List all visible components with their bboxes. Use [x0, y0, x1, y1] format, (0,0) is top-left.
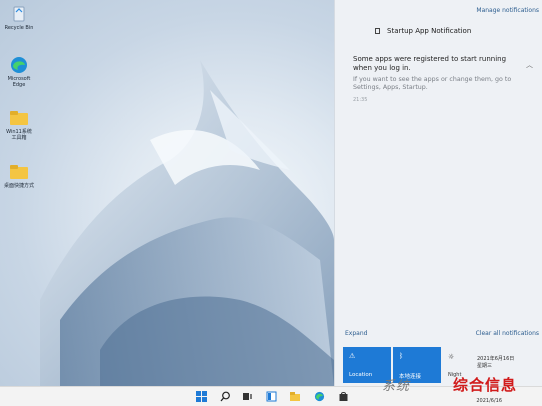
night-light-icon: ☼ [448, 353, 455, 361]
app-notification-icon [375, 28, 380, 34]
notification-subtext: If you want to see the apps or change th… [353, 76, 512, 92]
notification-center: Manage notifications Startup App Notific… [334, 0, 542, 386]
desktop-icon-label: Microsoft Edge [7, 76, 31, 88]
desktop-icon-label: 桌面快捷方式 [3, 183, 34, 189]
search-icon[interactable] [218, 389, 232, 403]
quick-action-label: Location [349, 372, 373, 378]
watermark-right: 综合信息 [453, 376, 518, 394]
taskbar-date: 2021/6/16 [476, 398, 502, 404]
recycle-bin-icon [8, 4, 30, 24]
desktop-icon-label: Win11系统 工具箱 [6, 129, 32, 141]
wallpaper-bloom [40, 60, 334, 386]
desktop-icon-recycle-bin[interactable]: Recycle Bin [2, 4, 36, 31]
desktop-icon-edge[interactable]: Microsoft Edge [2, 55, 36, 88]
task-view-icon[interactable] [240, 389, 254, 403]
folder-icon [8, 162, 30, 182]
desktop-icon-folder-tools[interactable]: Win11系统 工具箱 [2, 108, 36, 141]
edge-icon [8, 55, 30, 75]
notification-card[interactable]: Some apps were registered to start runni… [343, 46, 542, 110]
expand-button[interactable]: Expand [345, 330, 367, 337]
notification-time: 21:35 [353, 97, 368, 103]
file-explorer-icon[interactable] [288, 389, 302, 403]
clear-all-notifications-button[interactable]: Clear all notifications [476, 330, 539, 337]
clock-flyout[interactable]: 2021年6月16日 星期三 [477, 356, 514, 370]
widgets-icon[interactable] [264, 389, 278, 403]
desktop: Recycle Bin Microsoft Edge Win11系统 工具箱 桌… [0, 0, 334, 386]
notification-group-title: Startup App Notification [387, 27, 472, 35]
watermark-left: 系统 [382, 379, 411, 394]
chevron-up-icon[interactable]: ︿ [526, 60, 533, 70]
folder-icon [8, 108, 30, 128]
desktop-icon-label: Recycle Bin [4, 25, 34, 31]
bluetooth-icon: ᛒ [399, 352, 404, 360]
manage-notifications-link[interactable]: Manage notifications [476, 7, 539, 14]
edge-icon[interactable] [312, 389, 326, 403]
clock-date: 2021年6月16日 [477, 356, 515, 362]
store-icon[interactable] [336, 389, 350, 403]
start-icon[interactable] [194, 389, 208, 403]
desktop-icon-folder-shortcut[interactable]: 桌面快捷方式 [2, 162, 36, 189]
notification-message: Some apps were registered to start runni… [353, 55, 507, 72]
clock-weekday: 星期三 [477, 363, 493, 369]
location-icon: ⚠ [349, 352, 356, 360]
